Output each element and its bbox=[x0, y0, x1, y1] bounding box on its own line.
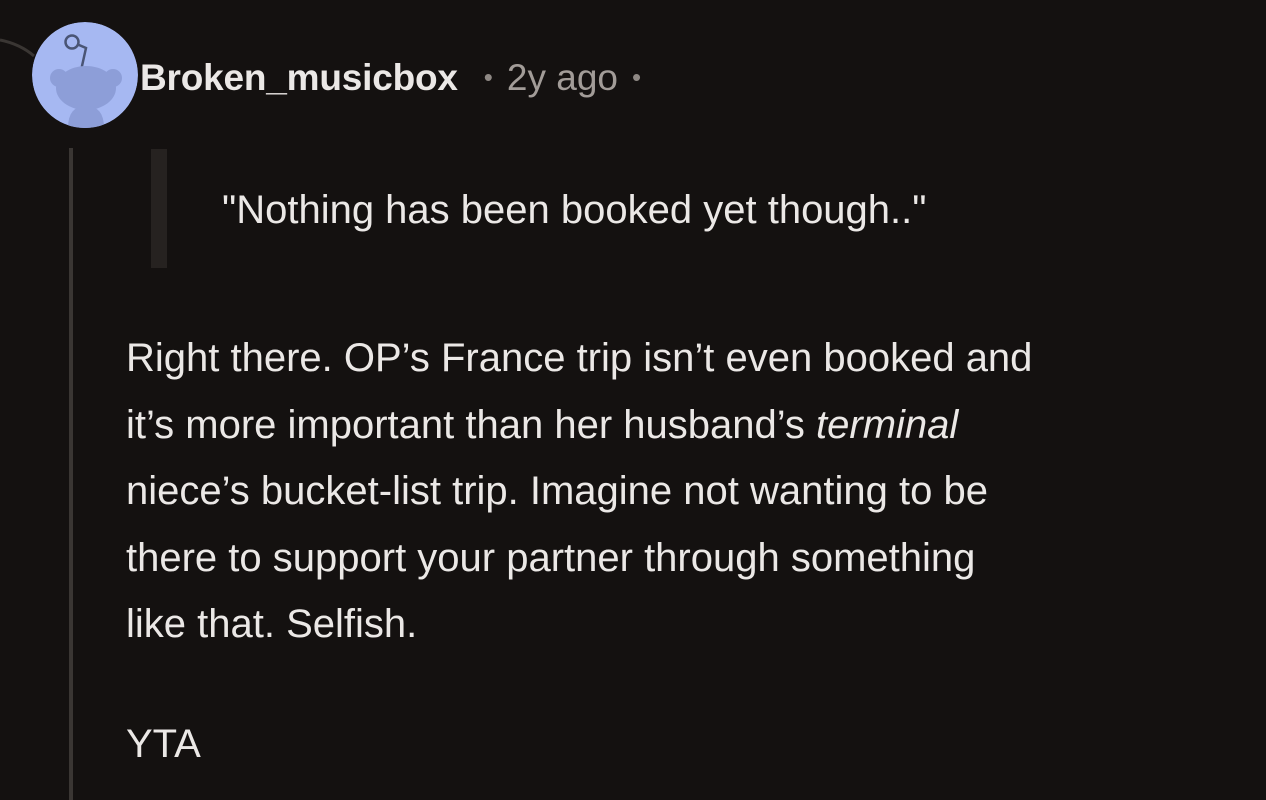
blockquote-text: "Nothing has been booked yet though.." bbox=[222, 188, 927, 232]
blockquote-bar bbox=[151, 149, 167, 268]
body-line-3: niece’s bucket-list trip. Imagine not wa… bbox=[126, 469, 988, 513]
meta-separator-trailing: • bbox=[631, 61, 642, 92]
body-line-4: there to support your partner through so… bbox=[126, 535, 976, 580]
comment-body: Right there. OP’s France trip isn’t even… bbox=[126, 325, 1246, 658]
comment: Broken_musicbox • 2y ago • "Nothing has … bbox=[0, 0, 1266, 800]
timestamp[interactable]: 2y ago bbox=[507, 57, 618, 99]
meta-separator: • bbox=[483, 61, 493, 92]
verdict-text: YTA bbox=[126, 722, 201, 766]
emphasis-text: terminal bbox=[816, 402, 959, 447]
body-line-5: like that. Selfish. bbox=[126, 602, 418, 646]
thread-collapse-line[interactable] bbox=[69, 148, 73, 800]
comment-header: Broken_musicbox • 2y ago • bbox=[140, 52, 641, 104]
body-line-2: it’s more important than her husband’s t… bbox=[126, 392, 1246, 459]
thread-connector-curve bbox=[0, 38, 35, 58]
body-line-2-text: it’s more important than her husband’s bbox=[126, 402, 817, 447]
body-line-1: Right there. OP’s France trip isn’t even… bbox=[126, 336, 1033, 380]
snoo-avatar-icon bbox=[32, 22, 138, 128]
username-link[interactable]: Broken_musicbox bbox=[140, 57, 458, 99]
avatar[interactable] bbox=[32, 22, 138, 128]
